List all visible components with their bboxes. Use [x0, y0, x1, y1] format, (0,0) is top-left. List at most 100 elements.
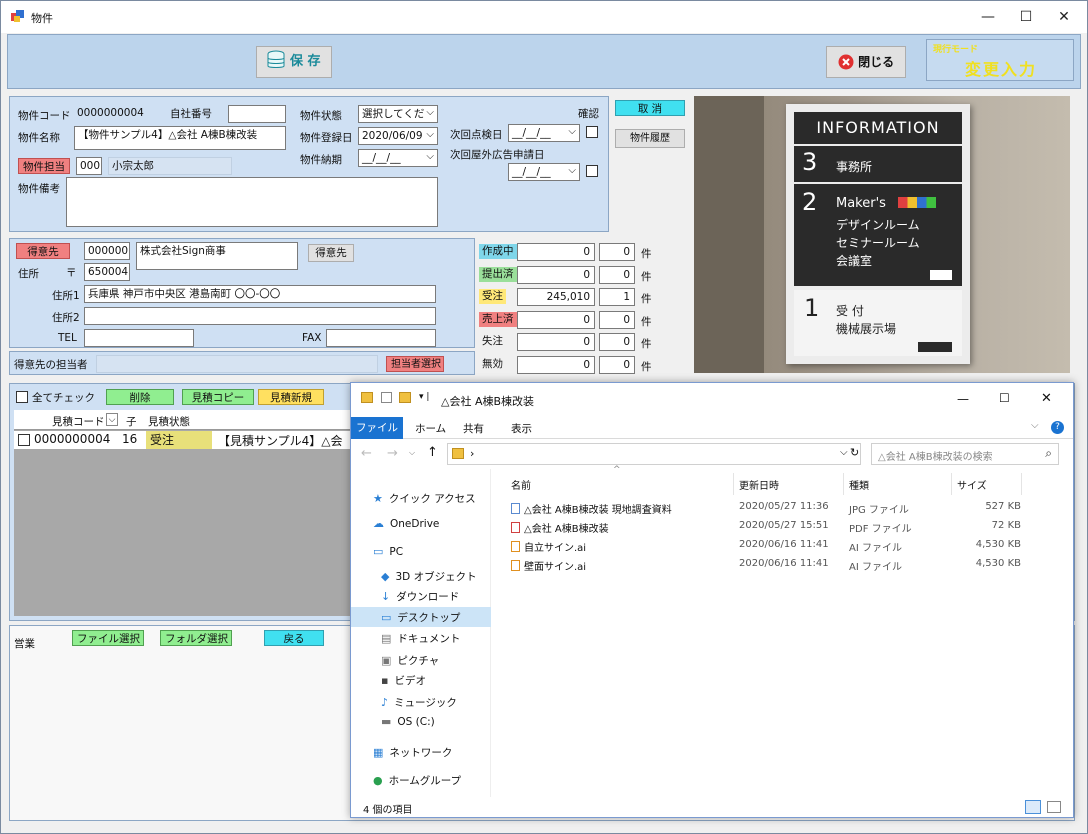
- recent-dropdown-icon[interactable]: ⌵: [409, 448, 415, 458]
- file-select-button[interactable]: ファイル選択: [72, 630, 144, 646]
- new-folder-icon[interactable]: [399, 392, 411, 403]
- owner-code-field[interactable]: 0001: [76, 157, 102, 175]
- sign-floor2-line2: デザインルーム: [836, 218, 920, 232]
- minimize-button[interactable]: —: [973, 7, 1003, 27]
- nav-quick-access[interactable]: ★ クイック アクセス: [373, 491, 476, 506]
- file-row[interactable]: 壁面サイン.ai 2020/06/16 11:41 AI ファイル 4,530 KB: [507, 556, 1047, 574]
- maximize-button[interactable]: ☐: [1011, 7, 1041, 27]
- property-history-button[interactable]: 物件履歴: [615, 129, 685, 148]
- nav-documents[interactable]: ▤ ドキュメント: [381, 631, 460, 646]
- col-name[interactable]: 名前: [511, 477, 531, 492]
- nav-label: 3D オブジェクト: [395, 571, 477, 583]
- file-date: 2020/06/16 11:41: [739, 558, 829, 569]
- ribbon-expand-icon[interactable]: ⌵: [1031, 420, 1039, 431]
- nav-videos[interactable]: ▪ ビデオ: [381, 673, 426, 688]
- estimate-copy-button[interactable]: 見積コピー: [182, 389, 254, 405]
- col-type[interactable]: 種類: [849, 477, 869, 492]
- contact-label: 得意先の担当者: [14, 359, 88, 371]
- property-owner-button[interactable]: 物件担当: [18, 158, 70, 174]
- nav-pc[interactable]: ▭ PC: [373, 545, 403, 558]
- address-field[interactable]: › ⌵ ↻: [447, 443, 861, 465]
- drive-icon: ▬: [381, 715, 392, 728]
- explorer-maximize[interactable]: ☐: [999, 391, 1010, 405]
- next-check-date-picker[interactable]: __/__/__: [508, 124, 580, 142]
- property-name-input[interactable]: 【物件サンプル4】△会社 A棟B棟改装: [74, 126, 286, 150]
- summary-count: 0: [599, 333, 635, 351]
- path-dropdown-icon[interactable]: ⌵: [840, 447, 848, 458]
- homegroup-icon: ●: [373, 774, 383, 787]
- row-checkbox[interactable]: [18, 434, 30, 446]
- nav-3d-objects[interactable]: ◆ 3D オブジェクト: [381, 569, 477, 584]
- col-estimate-code[interactable]: 見積コード: [52, 414, 105, 429]
- download-icon: ↓: [381, 590, 391, 603]
- next-ad-checkbox[interactable]: [586, 165, 598, 177]
- contact-select-button[interactable]: 担当者選択: [386, 356, 444, 372]
- customer-code-field[interactable]: 0000001: [84, 242, 130, 260]
- large-icons-view-icon[interactable]: [1047, 801, 1061, 813]
- estimate-new-button[interactable]: 見積新規: [258, 389, 324, 405]
- customer-button[interactable]: 得意先: [16, 243, 70, 259]
- col-size[interactable]: サイズ: [957, 477, 987, 492]
- properties-icon[interactable]: [381, 392, 392, 403]
- nav-onedrive[interactable]: ☁ OneDrive: [373, 517, 439, 530]
- check-all-checkbox[interactable]: [16, 391, 28, 403]
- delivery-date-picker[interactable]: __/__/__: [358, 149, 438, 167]
- tab-share[interactable]: 共有: [463, 421, 484, 436]
- chevron-down-icon[interactable]: ⌵: [106, 413, 118, 426]
- own-number-input[interactable]: [228, 105, 286, 123]
- nav-network[interactable]: ▦ ネットワーク: [373, 745, 452, 760]
- tel-field[interactable]: [84, 329, 194, 347]
- property-note-textarea[interactable]: [66, 177, 438, 227]
- next-ad-date-picker[interactable]: __/__/__: [508, 163, 580, 181]
- close-window-button[interactable]: ✕: [1049, 7, 1079, 27]
- reg-date-picker[interactable]: 2020/06/09: [358, 127, 438, 145]
- nav-desktop[interactable]: ▭ デスクトップ: [351, 607, 491, 627]
- summary-unit: 件: [641, 338, 652, 350]
- tel-label: TEL: [58, 332, 77, 344]
- tab-view[interactable]: 表示: [511, 421, 532, 436]
- cancel-button[interactable]: 取 消: [615, 100, 685, 116]
- customer-name-field[interactable]: 株式会社Sign商事: [136, 242, 298, 270]
- nav-homegroup[interactable]: ● ホームグループ: [373, 773, 461, 788]
- database-icon: [267, 50, 285, 68]
- file-row[interactable]: 自立サイン.ai 2020/06/16 11:41 AI ファイル 4,530 KB: [507, 537, 1047, 555]
- file-row[interactable]: △会社 A棟B棟改装 2020/05/27 15:51 PDF ファイル 72 KB: [507, 518, 1047, 536]
- address2-field[interactable]: [84, 307, 436, 325]
- fax-field[interactable]: [326, 329, 436, 347]
- folder-select-button[interactable]: フォルダ選択: [160, 630, 232, 646]
- nav-music[interactable]: ♪ ミュージック: [381, 695, 457, 710]
- back-button[interactable]: 戻る: [264, 630, 324, 646]
- music-icon: ♪: [381, 696, 389, 709]
- file-row[interactable]: △会社 A棟B棟改装 現地調査資料 2020/05/27 11:36 JPG ファイ…: [507, 499, 1047, 517]
- tab-file[interactable]: ファイル: [351, 417, 403, 439]
- delete-button[interactable]: 削除: [106, 389, 174, 405]
- col-status[interactable]: 見積状態: [148, 414, 190, 429]
- save-button[interactable]: 保 存: [256, 46, 332, 78]
- property-panel: 物件コード 0000000004 自社番号 物件名称 【物件サンプル4】△会社 …: [9, 96, 609, 232]
- customer-search-button[interactable]: 得意先: [308, 244, 354, 262]
- explorer-title: △会社 A棟B棟改装: [441, 395, 535, 408]
- status-select[interactable]: 選択してくだ: [358, 105, 438, 123]
- address1-field[interactable]: 兵庫県 神戸市中央区 港島南町 〇〇-〇〇: [84, 285, 436, 303]
- file-type: AI ファイル: [849, 543, 902, 554]
- table-row[interactable]: 0000000004 16 受注 【見積サンプル4】△会: [14, 431, 354, 449]
- zip-field[interactable]: 6500047: [84, 263, 130, 281]
- refresh-icon[interactable]: ↻: [850, 446, 859, 459]
- nav-os-drive[interactable]: ▬ OS (C:): [381, 715, 435, 728]
- nav-pictures[interactable]: ▣ ピクチャ: [381, 653, 439, 668]
- help-icon[interactable]: ?: [1051, 421, 1064, 434]
- col-sub[interactable]: 子: [126, 414, 137, 429]
- close-form-button[interactable]: 閉じる: [826, 46, 906, 78]
- quick-access-toolbar-icon[interactable]: ▾ |: [419, 392, 429, 402]
- nav-downloads[interactable]: ↓ ダウンロード: [381, 589, 459, 604]
- forward-arrow-icon[interactable]: →: [387, 446, 398, 461]
- explorer-minimize[interactable]: —: [957, 392, 969, 406]
- back-arrow-icon[interactable]: ←: [361, 446, 372, 461]
- details-view-icon[interactable]: [1025, 800, 1041, 814]
- col-date[interactable]: 更新日時: [739, 477, 779, 492]
- next-check-checkbox[interactable]: [586, 126, 598, 138]
- tab-home[interactable]: ホーム: [415, 421, 446, 436]
- up-arrow-icon[interactable]: ↑: [427, 445, 438, 460]
- search-input[interactable]: △会社 A棟B棟改装の検索 ⌕: [871, 443, 1059, 465]
- explorer-close[interactable]: ✕: [1041, 391, 1052, 406]
